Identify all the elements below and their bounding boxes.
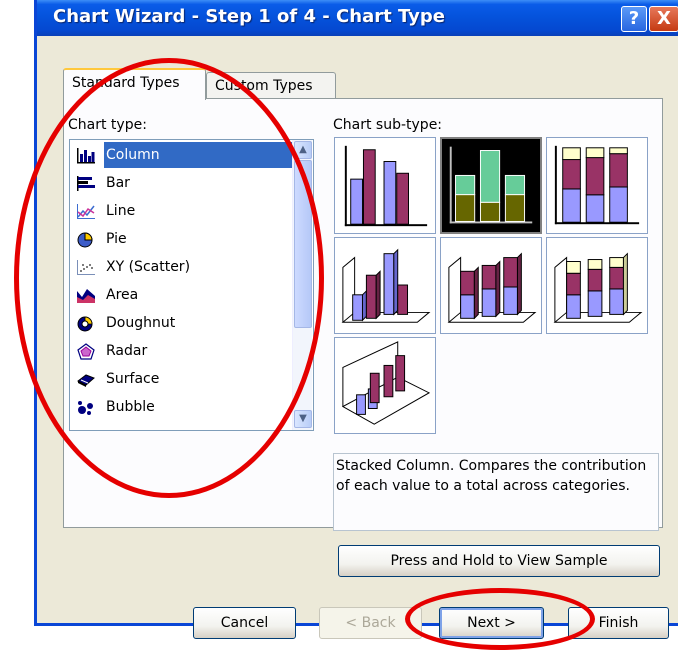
pie-chart-icon <box>77 232 93 248</box>
chart-type-scrollbar[interactable]: ▲ ▼ <box>292 140 312 430</box>
standard-types-panel: Chart type: Column Bar Line Pie XY (Scat… <box>63 98 664 531</box>
list-item-column[interactable]: Column <box>72 142 292 168</box>
bubble-chart-icon <box>78 401 93 415</box>
scroll-thumb[interactable] <box>294 160 312 328</box>
list-item-label: XY (Scatter) <box>106 259 191 275</box>
clustered-column-icon <box>344 145 428 227</box>
list-item-label: Area <box>106 287 139 303</box>
scroll-up-button[interactable]: ▲ <box>294 141 312 159</box>
subtype-3d-stacked-column[interactable] <box>440 237 542 334</box>
close-button[interactable]: X <box>649 6 678 32</box>
chart-subtype-label: Chart sub-type: <box>333 117 443 133</box>
list-item-area[interactable]: Area <box>72 282 290 308</box>
next-button[interactable]: Next > <box>439 607 544 639</box>
radar-chart-icon <box>77 343 95 360</box>
list-item-label: Surface <box>106 371 160 387</box>
finish-button[interactable]: Finish <box>568 607 669 639</box>
list-item-label: Bubble <box>106 399 155 415</box>
chart-type-list[interactable]: Column Bar Line Pie XY (Scatter) Area Do… <box>69 139 314 431</box>
subtype-100-stacked-column[interactable] <box>546 137 648 234</box>
subtype-clustered-column[interactable] <box>334 137 436 234</box>
list-item-label: Column <box>104 142 292 168</box>
subtype-description: Stacked Column. Compares the contributio… <box>333 453 659 531</box>
help-button[interactable]: ? <box>621 6 647 32</box>
subtype-3d-100-stacked-column[interactable] <box>546 237 648 334</box>
list-item-pie[interactable]: Pie <box>72 226 290 252</box>
list-item-radar[interactable]: Radar <box>72 338 290 364</box>
tab-custom-types[interactable]: Custom Types <box>206 72 336 99</box>
line-chart-icon <box>77 204 95 219</box>
list-item-bubble[interactable]: Bubble <box>72 394 290 420</box>
doughnut-chart-icon <box>77 316 93 332</box>
subtype-3d-column[interactable] <box>334 337 436 434</box>
scroll-down-button[interactable]: ▼ <box>294 410 312 428</box>
dialog-title: Chart Wizard - Step 1 of 4 - Chart Type <box>53 6 445 27</box>
100-stacked-column-icon <box>554 145 640 225</box>
list-item-label: Doughnut <box>106 315 176 331</box>
subtype-stacked-column[interactable] <box>440 137 542 234</box>
press-hold-sample-button[interactable]: Press and Hold to View Sample <box>338 545 660 577</box>
list-item-xy-scatter[interactable]: XY (Scatter) <box>72 254 290 280</box>
surface-chart-icon <box>77 374 95 387</box>
list-item-doughnut[interactable]: Doughnut <box>72 310 290 336</box>
3d-stacked-column-icon <box>447 252 537 323</box>
area-chart-icon <box>77 289 95 303</box>
tab-standard-types[interactable]: Standard Types <box>63 68 206 100</box>
list-item-label: Radar <box>106 343 148 359</box>
cancel-button[interactable]: Cancel <box>193 607 296 639</box>
list-item-label: Line <box>106 203 136 219</box>
list-item-bar[interactable]: Bar <box>72 170 290 196</box>
list-item-surface[interactable]: Surface <box>72 366 290 392</box>
chart-type-label: Chart type: <box>68 117 147 133</box>
chart-subtype-grid <box>334 137 664 437</box>
3d-100-stacked-column-icon <box>553 252 643 323</box>
3d-clustered-column-icon <box>341 248 431 323</box>
subtype-3d-clustered-column[interactable] <box>334 237 436 334</box>
list-item-label: Bar <box>106 175 130 191</box>
chart-wizard-dialog: Chart Wizard - Step 1 of 4 - Chart Type … <box>34 0 678 639</box>
bar-chart-icon <box>77 176 95 191</box>
column-chart-icon <box>77 148 95 164</box>
title-bar[interactable]: Chart Wizard - Step 1 of 4 - Chart Type … <box>37 0 678 36</box>
back-button[interactable]: < Back <box>319 607 422 639</box>
3d-column-icon <box>341 341 431 425</box>
scatter-chart-icon <box>77 260 95 275</box>
stacked-column-icon <box>449 146 533 224</box>
list-item-label: Pie <box>106 231 127 247</box>
list-item-line[interactable]: Line <box>72 198 290 224</box>
